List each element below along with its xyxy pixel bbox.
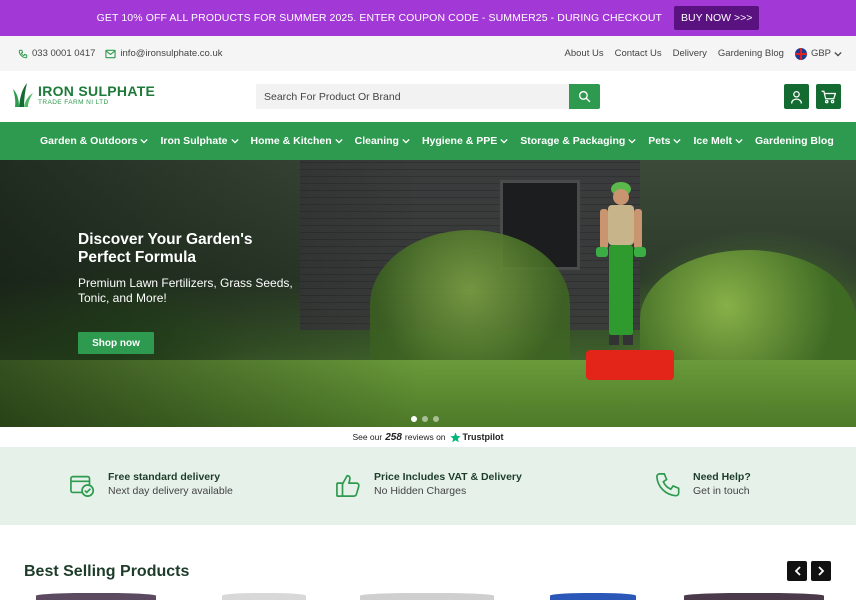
- promo-text: GET 10% OFF ALL PRODUCTS FOR SUMMER 2025…: [96, 12, 663, 24]
- feature-title: Need Help?: [693, 471, 751, 483]
- nav-item-home-kitchen[interactable]: Home & Kitchen: [251, 135, 343, 147]
- chevron-down-icon: [628, 138, 636, 144]
- feature-need-help[interactable]: Need Help? Get in touch: [655, 470, 751, 498]
- chevron-down-icon: [735, 138, 743, 144]
- search-bar: [256, 84, 600, 109]
- nav-item-storage-packaging[interactable]: Storage & Packaging: [520, 135, 636, 147]
- site-logo[interactable]: IRON SULPHATE TRADE FARM NI LTD: [13, 83, 155, 107]
- gardener-illustration: [596, 182, 646, 345]
- product-card-peek[interactable]: [222, 593, 306, 600]
- grass-logo-icon: [13, 83, 33, 107]
- chevron-left-icon: [794, 566, 801, 576]
- hero-subtitle: Premium Lawn Fertilizers, Grass Seeds, T…: [78, 276, 293, 305]
- nav-label: Storage & Packaging: [520, 135, 626, 147]
- product-card-peek[interactable]: [36, 593, 156, 600]
- trustpilot-widget[interactable]: See our 258 reviews on Trustpilot: [0, 427, 856, 447]
- nav-label: Pets: [648, 135, 671, 147]
- spreader-illustration: [586, 350, 674, 380]
- hero-title: Discover Your Garden's Perfect Formula: [78, 231, 253, 266]
- nav-item-cleaning[interactable]: Cleaning: [355, 135, 410, 147]
- phone-icon: [656, 473, 680, 497]
- cart-icon: [821, 90, 836, 103]
- search-icon: [578, 90, 591, 103]
- cart-button[interactable]: [816, 84, 841, 109]
- contact-info: 033 0001 0417 info@ironsulphate.co.uk: [18, 36, 232, 71]
- trustpilot-prefix: See our: [352, 432, 383, 442]
- feature-subtitle: No Hidden Charges: [374, 485, 467, 497]
- feature-price-vat: Price Includes VAT & Delivery No Hidden …: [336, 470, 522, 498]
- nav-label: Ice Melt: [693, 135, 732, 147]
- chevron-down-icon: [230, 138, 239, 144]
- slider-dot-3[interactable]: [433, 416, 439, 422]
- chevron-down-icon: [673, 138, 682, 144]
- promo-banner: GET 10% OFF ALL PRODUCTS FOR SUMMER 2025…: [0, 0, 856, 36]
- nav-item-gardening-blog[interactable]: Gardening Blog: [755, 135, 834, 147]
- currency-selector[interactable]: GBP: [811, 48, 831, 59]
- main-nav: Garden & Outdoors Iron Sulphate Home & K…: [0, 122, 856, 160]
- search-button[interactable]: [569, 84, 600, 109]
- user-icon: [791, 90, 802, 104]
- trustpilot-suffix: reviews on: [404, 432, 446, 442]
- gardening-blog-link[interactable]: Gardening Blog: [718, 48, 784, 59]
- features-strip: Free standard delivery Next day delivery…: [0, 447, 856, 525]
- nav-item-ice-melt[interactable]: Ice Melt: [693, 135, 743, 147]
- search-input[interactable]: [256, 84, 568, 109]
- chevron-right-icon: [817, 566, 824, 576]
- chevron-down-icon: [334, 138, 343, 144]
- slider-dot-1[interactable]: [411, 416, 417, 422]
- product-card-peek[interactable]: [684, 593, 824, 600]
- feature-free-delivery: Free standard delivery Next day delivery…: [70, 470, 233, 498]
- phone-number: 033 0001 0417: [32, 48, 96, 59]
- shop-now-button[interactable]: Shop now: [78, 332, 154, 354]
- buy-now-button[interactable]: BUY NOW >>>: [674, 6, 760, 30]
- site-header: IRON SULPHATE TRADE FARM NI LTD: [0, 71, 856, 122]
- nav-item-hygiene-ppe[interactable]: Hygiene & PPE: [422, 135, 508, 147]
- feature-subtitle: Get in touch: [693, 485, 750, 497]
- feature-title: Price Includes VAT & Delivery: [374, 471, 522, 483]
- trustpilot-brand: Trustpilot: [462, 432, 504, 442]
- logo-subtitle: TRADE FARM NI LTD: [38, 98, 109, 106]
- chevron-down-icon: [402, 138, 410, 144]
- nav-item-garden-outdoors[interactable]: Garden & Outdoors: [40, 135, 149, 147]
- product-card-peek[interactable]: [550, 593, 636, 600]
- chevron-down-icon: [500, 138, 508, 144]
- nav-label: Cleaning: [354, 135, 399, 147]
- account-button[interactable]: [784, 84, 809, 109]
- about-us-link[interactable]: About Us: [565, 48, 604, 59]
- top-links: About Us Contact Us Delivery Gardening B…: [554, 36, 842, 71]
- feature-title: Free standard delivery: [108, 471, 221, 483]
- hero-banner: Discover Your Garden's Perfect Formula P…: [0, 160, 856, 427]
- nav-label: Garden & Outdoors: [40, 135, 138, 147]
- best-selling-title: Best Selling Products: [24, 563, 190, 580]
- mail-icon: [105, 49, 117, 58]
- carousel-prev-button[interactable]: [787, 561, 807, 581]
- uk-flag-icon: [794, 47, 807, 60]
- phone-link[interactable]: 033 0001 0417: [18, 48, 95, 59]
- top-utility-bar: 033 0001 0417 info@ironsulphate.co.uk Ab…: [0, 36, 856, 71]
- nav-item-iron-sulphate[interactable]: Iron Sulphate: [160, 135, 239, 147]
- delivery-link[interactable]: Delivery: [673, 48, 707, 59]
- review-count: 258: [385, 431, 402, 443]
- nav-item-pets[interactable]: Pets: [648, 135, 682, 147]
- contact-us-link[interactable]: Contact Us: [615, 48, 662, 59]
- slider-dots: [411, 416, 444, 422]
- product-card-peek[interactable]: [360, 593, 494, 600]
- logo-name: IRON SULPHATE: [38, 82, 156, 99]
- thumbs-up-icon: [336, 474, 360, 497]
- carousel-next-button[interactable]: [811, 561, 831, 581]
- chevron-down-icon: [140, 138, 149, 144]
- chevron-down-icon: [834, 51, 842, 56]
- email-link[interactable]: info@ironsulphate.co.uk: [105, 48, 222, 59]
- delivery-icon: [70, 475, 95, 497]
- nav-label: Hygiene & PPE: [421, 135, 498, 147]
- nav-label: Home & Kitchen: [250, 135, 332, 147]
- feature-subtitle: Next day delivery available: [108, 485, 233, 497]
- nav-label: Iron Sulphate: [160, 135, 228, 147]
- nav-label: Gardening Blog: [754, 135, 834, 147]
- slider-dot-2[interactable]: [422, 416, 428, 422]
- phone-icon: [18, 49, 28, 58]
- trustpilot-star-icon: [449, 431, 461, 442]
- email-address: info@ironsulphate.co.uk: [120, 48, 223, 59]
